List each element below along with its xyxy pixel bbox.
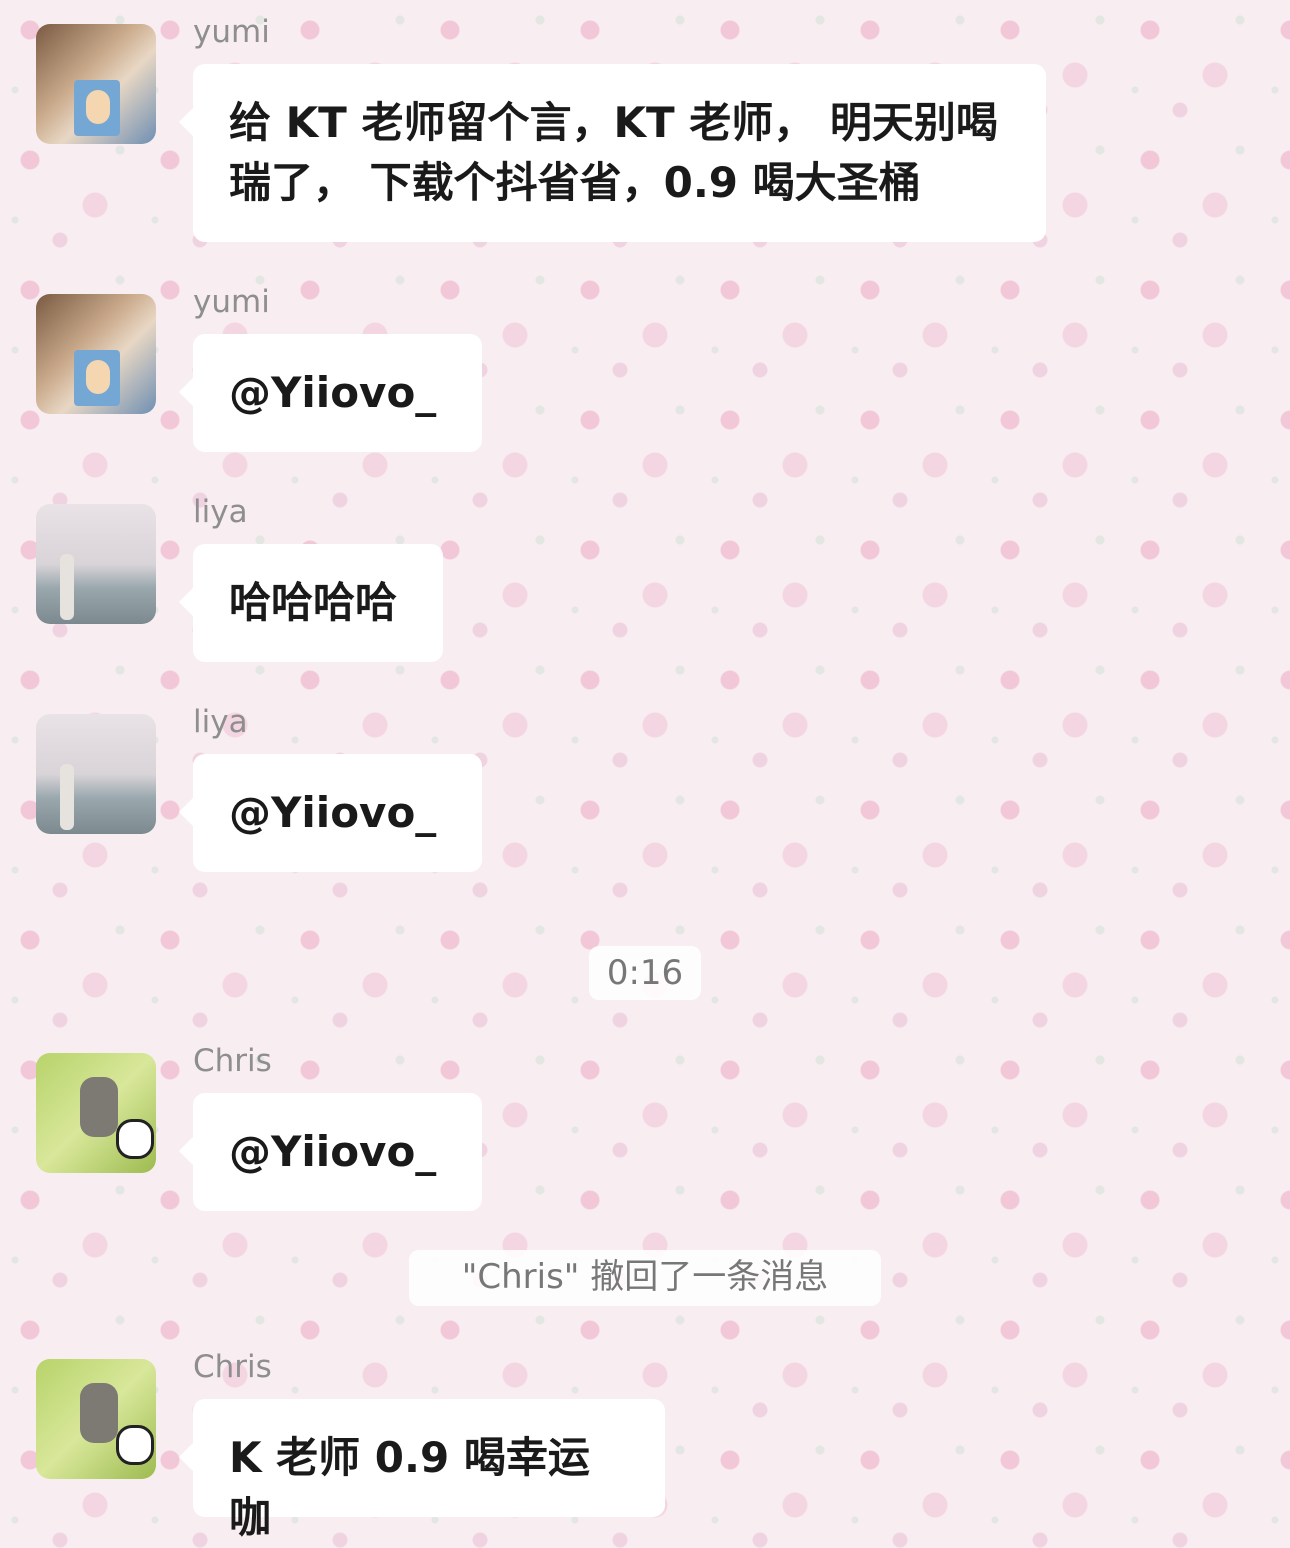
avatar-chris[interactable]	[36, 1053, 156, 1173]
sender-name: Chris	[193, 1349, 272, 1385]
avatar-yumi[interactable]	[36, 24, 156, 144]
sender-name: liya	[193, 704, 248, 740]
message-bubble[interactable]: @Yiiovo_	[179, 754, 482, 872]
avatar-yumi[interactable]	[36, 294, 156, 414]
avatar-liya[interactable]	[36, 504, 156, 624]
message-bubble[interactable]: @Yiiovo_	[179, 1093, 482, 1211]
recall-notice: "Chris" 撤回了一条消息	[409, 1250, 881, 1306]
message-bubble[interactable]: @Yiiovo_	[179, 334, 482, 452]
avatar-chris[interactable]	[36, 1359, 156, 1479]
message-bubble[interactable]: K 老师 0.9 喝幸运咖	[179, 1399, 665, 1542]
message-bubble[interactable]: 给 KT 老师留个言，KT 老师， 明天别喝瑞了， 下载个抖省省，0.9 喝大圣…	[179, 64, 1046, 242]
sender-name: Chris	[193, 1043, 272, 1079]
sender-name: liya	[193, 494, 248, 530]
sender-name: yumi	[193, 14, 270, 50]
chat-area: yumi 给 KT 老师留个言，KT 老师， 明天别喝瑞了， 下载个抖省省，0.…	[0, 0, 1290, 1542]
avatar-liya[interactable]	[36, 714, 156, 834]
timestamp: 0:16	[589, 946, 701, 1000]
message-bubble[interactable]: 哈哈哈哈	[179, 544, 443, 662]
sender-name: yumi	[193, 284, 270, 320]
